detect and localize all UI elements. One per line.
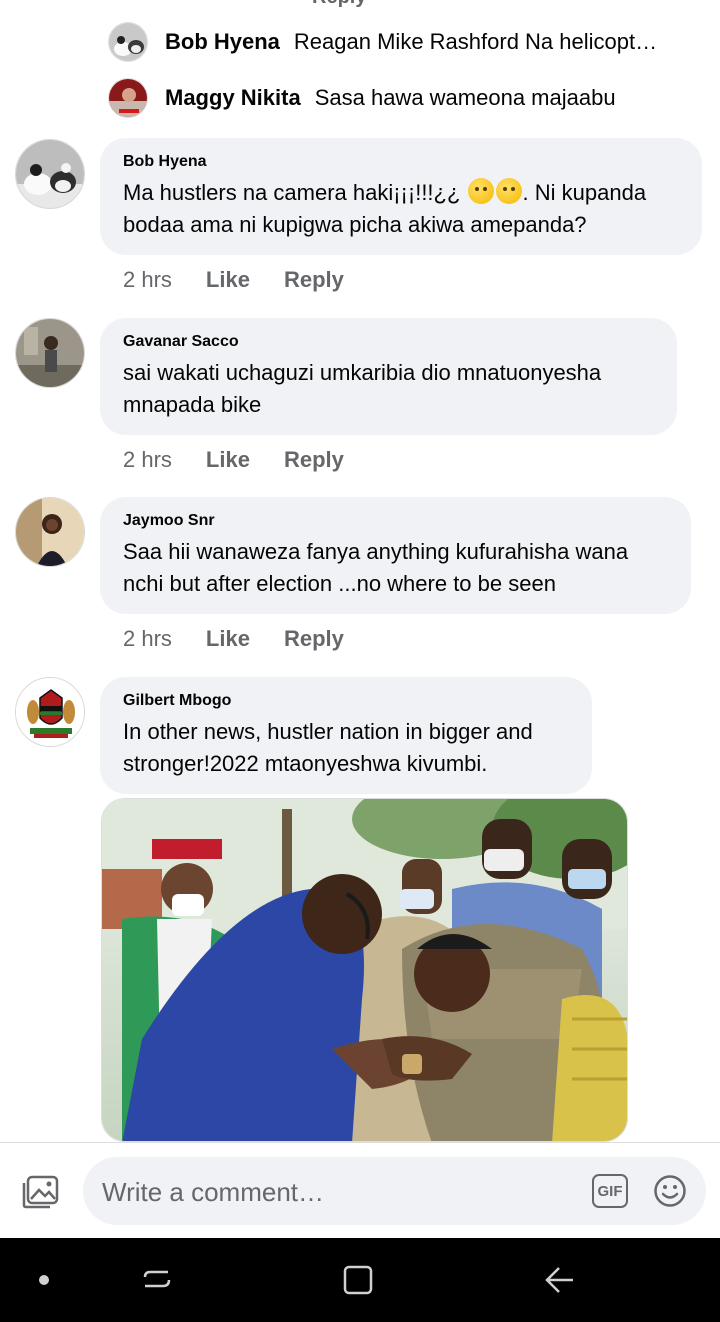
photo-attach-icon[interactable] bbox=[22, 1175, 60, 1209]
thinking-face-icon bbox=[467, 178, 494, 204]
comment-author[interactable]: Jaymoo Snr bbox=[123, 512, 669, 530]
comment-text: In other news, hustler nation in bigger … bbox=[123, 719, 533, 776]
comment-bubble[interactable]: Gilbert Mbogo In other news, hustler nat… bbox=[100, 677, 592, 794]
comment-text: Ma hustlers na camera haki¡¡¡!!!¿¿ . Ni … bbox=[123, 177, 680, 241]
reply-button[interactable]: Reply bbox=[284, 267, 344, 293]
reply-author-name[interactable]: Bob Hyena bbox=[165, 29, 280, 55]
comment-text: Saa hii wanaweza fanya anything kufurahi… bbox=[123, 539, 629, 596]
comment-input-placeholder: Write a comment… bbox=[102, 1177, 325, 1207]
avatar bbox=[108, 78, 148, 118]
comment-author[interactable]: Gavanar Sacco bbox=[123, 333, 655, 351]
reply-preview-row[interactable]: Bob Hyena Reagan Mike Rashford Na helico… bbox=[108, 20, 692, 64]
reply-text: Reagan Mike Rashford Na helicopt… bbox=[293, 29, 658, 54]
comment-bubble[interactable]: Gavanar Sacco sai wakati uchaguzi umkari… bbox=[100, 318, 677, 435]
emoji-icon[interactable] bbox=[653, 1174, 687, 1208]
thinking-face-icon bbox=[495, 178, 522, 204]
dot-indicator-icon bbox=[26, 1262, 62, 1298]
avatar[interactable] bbox=[15, 139, 85, 209]
reply-text: Sasa hawa wameona majaabu bbox=[314, 85, 616, 110]
comment-author[interactable]: Gilbert Mbogo bbox=[123, 692, 570, 710]
comment-actions: 2 hrs Like Reply bbox=[123, 447, 378, 473]
comment-actions: 2 hrs Like Reply bbox=[123, 267, 378, 293]
gif-icon[interactable]: GIF bbox=[592, 1174, 628, 1208]
recent-apps-icon[interactable] bbox=[139, 1262, 175, 1298]
comment-bubble[interactable]: Jaymoo Snr Saa hii wanaweza fanya anythi… bbox=[100, 497, 691, 614]
previous-reply-link[interactable]: Reply bbox=[312, 0, 366, 9]
avatar[interactable] bbox=[15, 497, 85, 567]
comment-actions: 2 hrs Like Reply bbox=[123, 626, 378, 652]
avatar bbox=[108, 22, 148, 62]
like-button[interactable]: Like bbox=[206, 447, 250, 473]
comment-text: sai wakati uchaguzi umkaribia dio mnatuo… bbox=[123, 360, 602, 417]
comment-timestamp[interactable]: 2 hrs bbox=[123, 267, 172, 293]
comment-timestamp[interactable]: 2 hrs bbox=[123, 626, 172, 652]
reply-button[interactable]: Reply bbox=[284, 447, 344, 473]
home-icon[interactable] bbox=[340, 1262, 376, 1298]
comment-composer: Write a comment… GIF bbox=[0, 1142, 720, 1238]
comment-attached-photo[interactable] bbox=[101, 798, 628, 1142]
comment-author[interactable]: Bob Hyena bbox=[123, 153, 680, 171]
comment-bubble[interactable]: Bob Hyena Ma hustlers na camera haki¡¡¡!… bbox=[100, 138, 702, 255]
system-navigation-bar bbox=[0, 1238, 720, 1322]
avatar[interactable] bbox=[15, 677, 85, 747]
comment-text-part: Ma hustlers na camera haki¡¡¡!!!¿¿ bbox=[123, 180, 467, 205]
reply-author-name[interactable]: Maggy Nikita bbox=[165, 85, 301, 111]
comment-timestamp[interactable]: 2 hrs bbox=[123, 447, 172, 473]
comment-input[interactable]: Write a comment… GIF bbox=[83, 1157, 706, 1225]
like-button[interactable]: Like bbox=[206, 626, 250, 652]
avatar[interactable] bbox=[15, 318, 85, 388]
like-button[interactable]: Like bbox=[206, 267, 250, 293]
back-icon[interactable] bbox=[541, 1262, 577, 1298]
reply-preview-row[interactable]: Maggy Nikita Sasa hawa wameona majaabu bbox=[108, 76, 692, 120]
reply-button[interactable]: Reply bbox=[284, 626, 344, 652]
